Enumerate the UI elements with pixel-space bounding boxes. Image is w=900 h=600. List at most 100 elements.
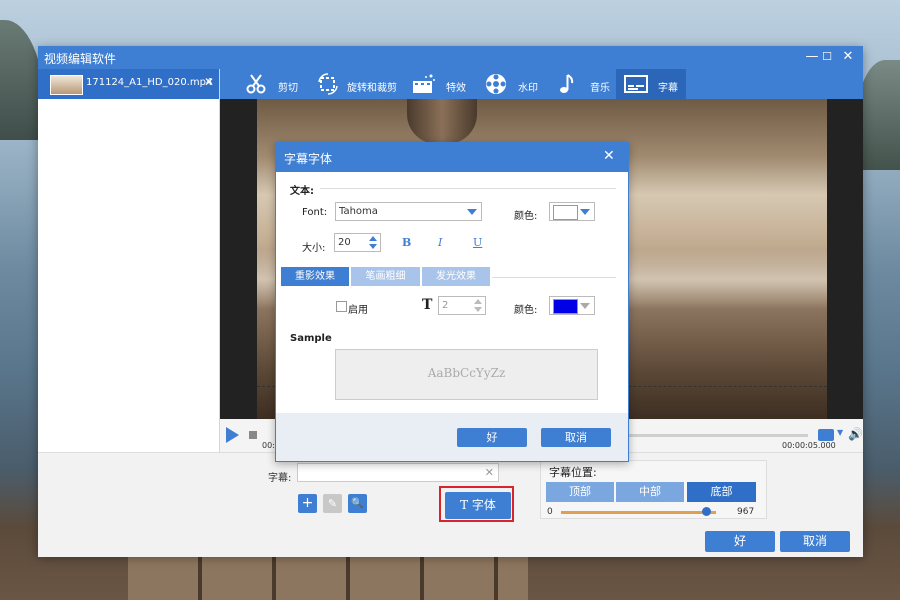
watermark-icon: [486, 74, 506, 94]
file-name: 171124_A1_HD_020.mp4: [86, 77, 213, 88]
chevron-down-icon: [467, 209, 477, 215]
tab-music[interactable]: 音乐: [556, 69, 616, 99]
font-size-stepper[interactable]: 20: [334, 233, 381, 252]
crop-rotate-icon: [318, 73, 338, 95]
tab-label: 字幕: [658, 83, 678, 94]
background-dock: [128, 556, 528, 600]
shadow-color-swatch: [553, 299, 578, 314]
shadow-size-stepper[interactable]: 2: [438, 296, 486, 315]
sample-label: Sample: [290, 333, 332, 344]
tab-effects[interactable]: 特效: [412, 69, 470, 99]
tab-glow-effect[interactable]: 发光效果: [422, 267, 490, 286]
sample-preview: AaBbCcYyZz: [335, 349, 598, 400]
subtitle-input[interactable]: ✕: [297, 463, 499, 482]
tab-label: 音乐: [590, 83, 610, 94]
tab-shadow-effect[interactable]: 重影效果: [281, 267, 349, 286]
position-max: 967: [737, 507, 755, 517]
video-thumbnail: [50, 75, 83, 95]
position-slider-knob[interactable]: [702, 507, 712, 516]
shadow-size-icon: T: [422, 297, 433, 313]
window-titlebar: 视频编辑软件 — ☐ ✕: [38, 46, 863, 69]
sample-text: AaBbCcYyZz: [427, 366, 506, 380]
stepper-down-icon[interactable]: [474, 307, 482, 312]
position-min: 0: [547, 507, 553, 517]
subtitle-font-dialog: 字幕字体 ✕ 文本: Font: Tahoma 颜色: 大小: 20 B I U…: [275, 142, 629, 462]
progress-track[interactable]: [628, 434, 808, 437]
snapshot-dropdown-icon[interactable]: ▼: [837, 428, 843, 437]
subtitle-panel: 字幕: ✕ + ✎ 🔍 T 字体 字幕位置: 顶部 中部 底部 0 967 好 …: [38, 452, 863, 557]
chevron-down-icon: [580, 303, 590, 309]
stepper-up-icon[interactable]: [369, 236, 377, 241]
shadow-color-picker[interactable]: [549, 296, 595, 315]
file-close-icon[interactable]: ✕: [204, 75, 214, 89]
search-subtitle-button[interactable]: 🔍: [348, 494, 367, 513]
total-time: 00:00:05.000: [782, 441, 836, 450]
shadow-color-label: 颜色:: [514, 305, 538, 316]
font-size-value: 20: [338, 237, 351, 248]
music-icon: [560, 74, 574, 93]
video-subject: [407, 99, 477, 144]
position-title: 字幕位置:: [549, 466, 597, 479]
text-color-swatch: [553, 205, 578, 220]
tab-cut[interactable]: 剪切: [244, 69, 308, 99]
divider: [320, 188, 616, 189]
dialog-ok-button[interactable]: 好: [457, 428, 527, 447]
text-section-label: 文本:: [290, 186, 314, 197]
shadow-size-value: 2: [442, 300, 449, 311]
dialog-close-icon[interactable]: ✕: [603, 148, 615, 164]
clear-icon[interactable]: ✕: [485, 466, 494, 479]
tab-label: 旋转和裁剪: [347, 83, 397, 94]
dialog-titlebar: 字幕字体 ✕: [276, 143, 628, 172]
font-select-value: Tahoma: [339, 206, 378, 217]
highlight-frame: [439, 486, 514, 522]
effects-icon: [413, 74, 435, 93]
italic-button[interactable]: I: [438, 236, 442, 249]
maximize-button[interactable]: ☐: [817, 48, 837, 66]
underline-button[interactable]: U: [473, 236, 482, 249]
stop-icon[interactable]: [249, 431, 257, 439]
edit-tabbar: 剪切 旋转和裁剪 特效 水印 音乐 字幕: [220, 69, 863, 99]
position-middle-option[interactable]: 中部: [616, 482, 684, 502]
snapshot-icon[interactable]: [818, 429, 834, 441]
dialog-title: 字幕字体: [284, 152, 333, 166]
tab-rotate-crop[interactable]: 旋转和裁剪: [316, 69, 404, 99]
bold-button[interactable]: B: [402, 236, 411, 249]
tab-label: 特效: [446, 83, 466, 94]
window-title: 视频编辑软件: [44, 52, 117, 66]
play-icon[interactable]: [226, 427, 239, 443]
file-list-panel: 171124_A1_HD_020.mp4 ✕: [38, 69, 220, 452]
volume-icon[interactable]: 🔊: [848, 427, 863, 441]
font-label: Font:: [302, 207, 328, 218]
cancel-button[interactable]: 取消: [780, 531, 850, 552]
current-time: 00:: [262, 441, 275, 450]
stepper-up-icon[interactable]: [474, 299, 482, 304]
tab-watermark[interactable]: 水印: [484, 69, 544, 99]
scissors-icon: [246, 74, 266, 94]
window-close-button[interactable]: ✕: [838, 48, 858, 66]
tab-subtitle[interactable]: 字幕: [616, 69, 686, 99]
dialog-footer: 好 取消: [276, 413, 628, 461]
ok-button[interactable]: 好: [705, 531, 775, 552]
divider: [492, 277, 616, 278]
subtitle-position-box: 字幕位置: 顶部 中部 底部 0 967: [540, 460, 767, 519]
subtitle-icon: [624, 75, 648, 93]
stepper-down-icon[interactable]: [369, 244, 377, 249]
chevron-down-icon: [580, 209, 590, 215]
text-color-picker[interactable]: [549, 202, 595, 221]
edit-subtitle-button[interactable]: ✎: [323, 494, 342, 513]
position-bottom-option[interactable]: 底部: [687, 482, 756, 502]
tab-label: 剪切: [278, 83, 298, 94]
file-item[interactable]: 171124_A1_HD_020.mp4 ✕: [38, 69, 219, 99]
enable-checkbox[interactable]: [336, 301, 347, 312]
subtitle-label: 字幕:: [268, 473, 292, 484]
position-slider-track[interactable]: [561, 511, 716, 514]
font-select[interactable]: Tahoma: [335, 202, 482, 221]
dialog-cancel-button[interactable]: 取消: [541, 428, 611, 447]
position-top-option[interactable]: 顶部: [546, 482, 614, 502]
add-subtitle-button[interactable]: +: [298, 494, 317, 513]
text-color-label: 颜色:: [514, 211, 538, 222]
tab-stroke-width[interactable]: 笔画粗细: [351, 267, 420, 286]
enable-label: 启用: [348, 305, 368, 316]
tab-label: 水印: [518, 83, 538, 94]
size-label: 大小:: [302, 243, 326, 254]
